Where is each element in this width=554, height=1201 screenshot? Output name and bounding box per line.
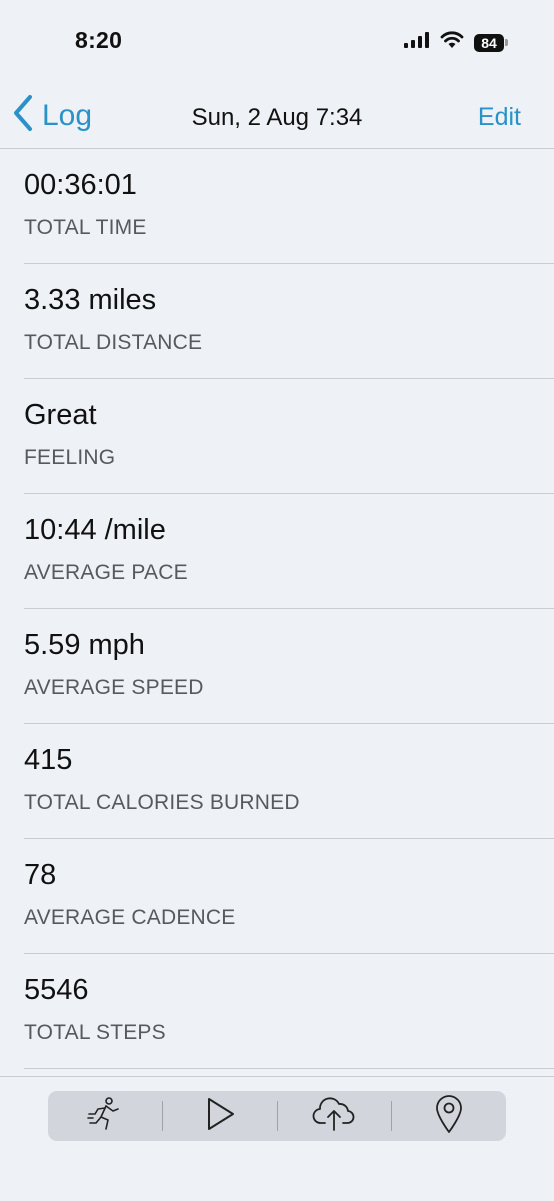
map-pin-icon — [434, 1094, 464, 1139]
list-item-total-steps: 5546 TOTAL STEPS — [24, 954, 554, 1069]
stat-label: TOTAL CALORIES BURNED — [24, 791, 300, 814]
signal-icon — [404, 32, 430, 53]
page-title: Sun, 2 Aug 7:34 — [191, 104, 363, 131]
stat-value: 78 — [24, 859, 57, 891]
stat-label: AVERAGE SPEED — [24, 676, 204, 699]
list-item-feeling: Great FEELING — [24, 379, 554, 494]
stat-label: TOTAL TIME — [24, 216, 147, 239]
edit-button[interactable]: Edit — [478, 103, 521, 132]
upload-button[interactable] — [278, 1091, 392, 1141]
stat-label: FEELING — [24, 446, 116, 469]
stat-value: Great — [24, 399, 97, 431]
stat-value: 5.59 mph — [24, 629, 145, 661]
stats-list: 00:36:01 TOTAL TIME 3.33 miles TOTAL DIS… — [0, 149, 554, 1069]
status-bar: 8:20 84 — [0, 0, 554, 80]
list-item-total-calories: 415 TOTAL CALORIES BURNED — [24, 724, 554, 839]
stat-label: AVERAGE PACE — [24, 561, 188, 584]
cloud-upload-icon — [311, 1095, 357, 1138]
stat-label: TOTAL STEPS — [24, 1021, 166, 1044]
stat-value: 5546 — [24, 974, 89, 1006]
stat-label: AVERAGE CADENCE — [24, 906, 236, 929]
stat-value: 3.33 miles — [24, 284, 157, 316]
stat-value: 10:44 /mile — [24, 514, 166, 546]
battery-level: 84 — [474, 33, 504, 52]
wifi-icon — [440, 31, 464, 54]
list-item-total-time: 00:36:01 TOTAL TIME — [24, 149, 554, 264]
nav-bar: Log Sun, 2 Aug 7:34 Edit — [0, 82, 554, 149]
status-time: 8:20 — [75, 27, 123, 53]
play-button[interactable] — [163, 1091, 277, 1141]
play-icon — [203, 1096, 237, 1137]
bottom-toolbar — [48, 1091, 506, 1141]
workout-button[interactable] — [48, 1091, 162, 1141]
list-item-average-speed: 5.59 mph AVERAGE SPEED — [24, 609, 554, 724]
stat-label: TOTAL DISTANCE — [24, 331, 203, 354]
map-button[interactable] — [392, 1091, 506, 1141]
runner-icon — [86, 1095, 124, 1138]
list-item-average-cadence: 78 AVERAGE CADENCE — [24, 839, 554, 954]
list-item-average-pace: 10:44 /mile AVERAGE PACE — [24, 494, 554, 609]
stat-value: 415 — [24, 744, 73, 776]
list-item-total-distance: 3.33 miles TOTAL DISTANCE — [24, 264, 554, 379]
stat-value: 00:36:01 — [24, 169, 137, 201]
battery-icon: 84 — [474, 33, 508, 52]
status-icons: 84 — [404, 31, 508, 54]
